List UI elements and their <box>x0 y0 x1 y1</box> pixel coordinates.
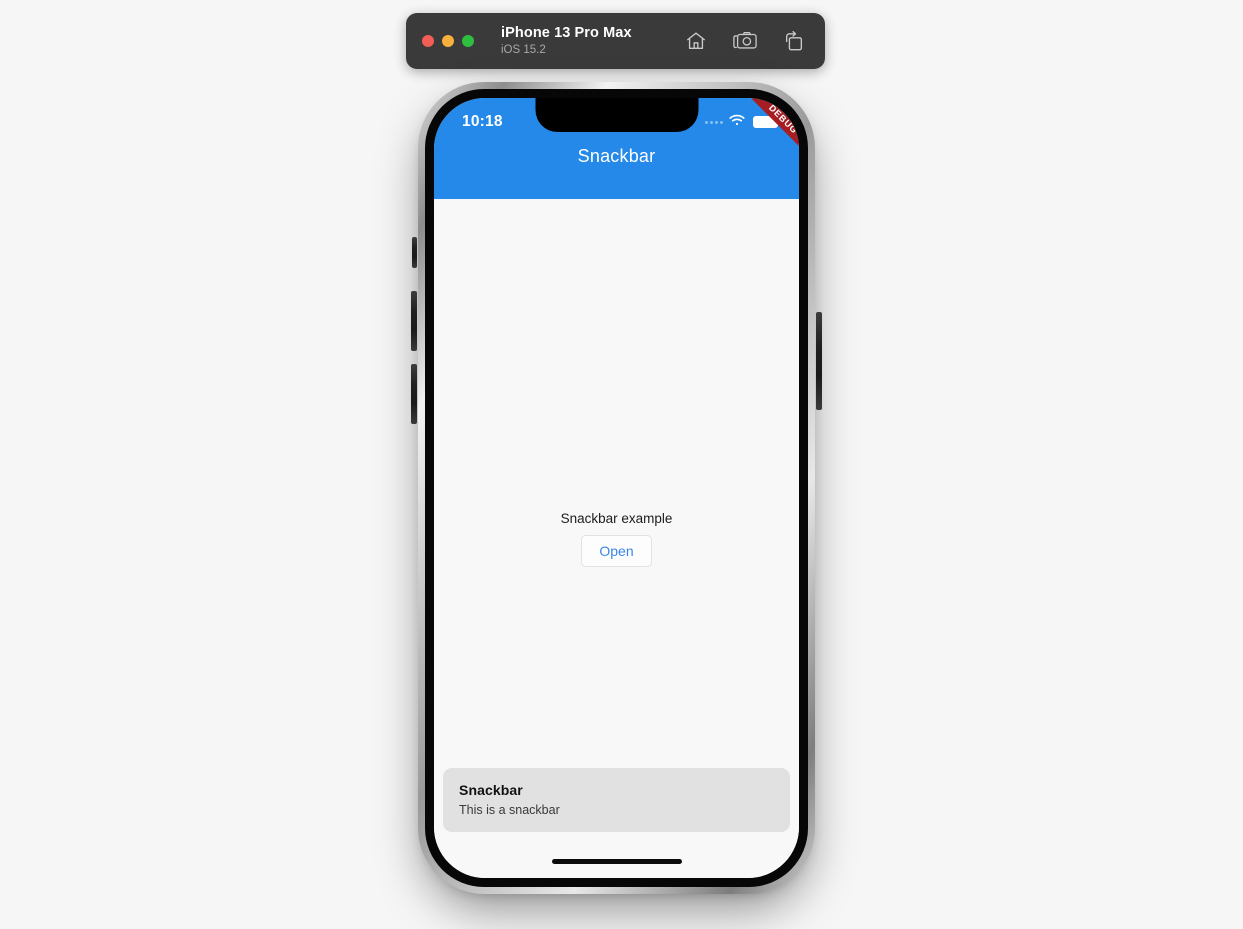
rotate-button[interactable] <box>781 28 807 54</box>
silent-switch[interactable] <box>412 237 417 268</box>
simulator-titlebar: iPhone 13 Pro Max iOS 15.2 <box>406 13 825 69</box>
battery-icon <box>753 116 781 128</box>
center-content: Snackbar example Open <box>434 511 799 567</box>
window-controls <box>422 35 474 47</box>
status-bar-time: 10:18 <box>462 113 503 130</box>
volume-down-button[interactable] <box>411 364 417 424</box>
screenshot-root: iPhone 13 Pro Max iOS 15.2 10:18 Snackba… <box>0 0 1243 929</box>
simulator-actions <box>683 28 807 54</box>
app-bar: 10:18 Snackbar DEBUG <box>434 98 799 199</box>
screenshot-camera-icon <box>733 30 757 52</box>
os-version-label: iOS 15.2 <box>501 43 546 56</box>
device-name-label: iPhone 13 Pro Max <box>501 25 632 42</box>
home-button[interactable] <box>683 28 709 54</box>
status-bar-indicators <box>705 113 781 131</box>
volume-up-button[interactable] <box>411 291 417 351</box>
simulator-device-info: iPhone 13 Pro Max iOS 15.2 <box>501 25 632 57</box>
cellular-dots-icon <box>705 120 723 124</box>
home-icon <box>685 30 707 52</box>
close-window-button[interactable] <box>422 35 434 47</box>
phone-screen: 10:18 Snackbar DEBUG Snackbar example Op… <box>434 98 799 878</box>
example-label: Snackbar example <box>560 510 673 526</box>
snackbar[interactable]: Snackbar This is a snackbar <box>443 768 790 832</box>
display-notch <box>535 98 698 132</box>
rotate-icon <box>783 30 805 52</box>
zoom-window-button[interactable] <box>462 35 474 47</box>
minimize-window-button[interactable] <box>442 35 454 47</box>
power-button[interactable] <box>816 312 822 410</box>
page-title: Snackbar <box>577 146 656 166</box>
phone-bezel: 10:18 Snackbar DEBUG Snackbar example Op… <box>425 89 808 887</box>
app-content: Snackbar example Open Snackbar This is a… <box>434 199 799 878</box>
home-indicator[interactable] <box>551 859 682 864</box>
snackbar-message: This is a snackbar <box>459 803 560 817</box>
screenshot-button[interactable] <box>732 28 758 54</box>
snackbar-title: Snackbar <box>459 782 523 798</box>
wifi-icon <box>729 113 745 131</box>
phone-frame: 10:18 Snackbar DEBUG Snackbar example Op… <box>418 82 815 894</box>
open-snackbar-button[interactable]: Open <box>581 534 652 567</box>
